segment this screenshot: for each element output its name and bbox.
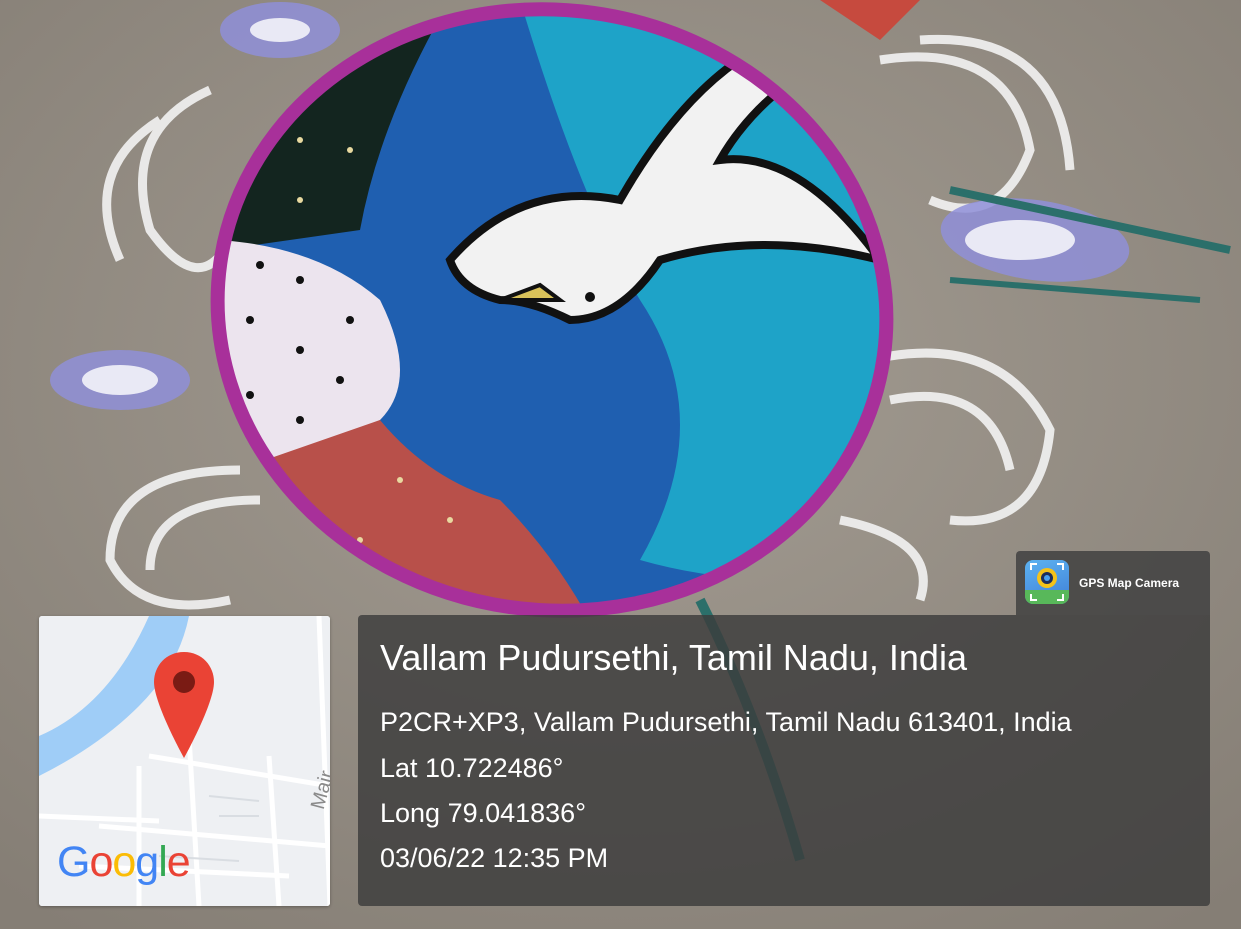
timestamp: 03/06/22 12:35 PM [380,843,609,873]
location-title: Vallam Pudursethi, Tamil Nadu, India [380,637,967,678]
google-logo: Google [57,838,191,887]
badge-label: GPS Map Camera [1079,576,1180,590]
gps-map-camera-app-icon [1025,560,1069,604]
google-logo-letter: l [158,838,168,886]
google-logo-letter: e [166,838,191,886]
google-logo-letter: G [57,838,90,886]
google-logo-letter: o [112,838,136,886]
latitude: Lat 10.722486° [380,753,564,783]
location-address: P2CR+XP3, Vallam Pudursethi, Tamil Nadu … [380,707,1072,737]
google-logo-letter: g [135,838,159,886]
map-pin-icon [154,652,214,758]
location-info-panel: Vallam Pudursethi, Tamil Nadu, India P2C… [358,615,1210,906]
map-thumbnail[interactable]: Mair Google [39,616,330,906]
gps-map-camera-badge: GPS Map Camera [1016,551,1210,615]
longitude: Long 79.041836° [380,798,586,828]
google-logo-letter: o [89,838,113,886]
